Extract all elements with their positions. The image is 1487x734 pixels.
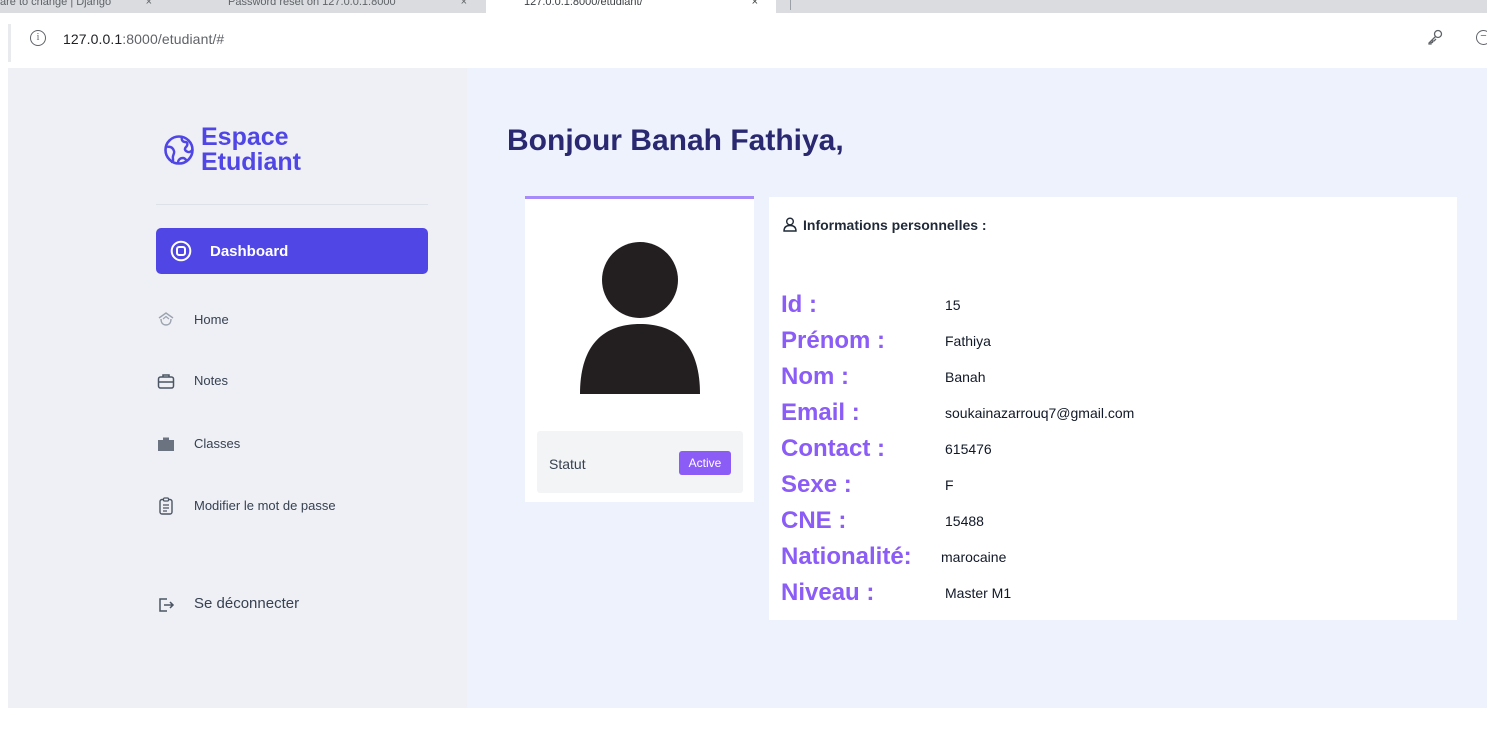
sidebar-item-label: Notes [194,373,228,388]
tab-close-icon[interactable]: × [461,0,467,8]
window-bottom [0,708,1487,734]
section-title: Informations personnelles : [783,217,987,233]
folder-icon [158,437,174,451]
field-value: Fathiya [945,333,991,349]
status-label: Statut [549,456,586,472]
logout-link[interactable]: Se déconnecter [156,589,428,621]
field-value: 15 [945,297,961,313]
info-row-nationalite: Nationalité: marocaine [781,543,1421,579]
url-text[interactable]: 127.0.0.1:8000/etudiant/# [63,31,224,47]
address-bar[interactable] [8,24,1487,62]
info-row-cne: CNE : 15488 [781,507,1421,543]
url-path: :8000/etudiant/# [122,31,225,47]
field-label: Nom : [781,363,849,390]
url-host: 127.0.0.1 [63,31,123,47]
logout-icon [159,598,175,612]
logout-label: Se déconnecter [194,595,300,612]
sidebar-item-dashboard[interactable]: Dashboard [156,228,428,274]
info-row-sexe: Sexe : F [781,471,1421,507]
tab-title: are to change | Django [0,0,112,8]
field-value: 615476 [945,441,992,457]
user-icon [783,217,797,232]
dashboard-icon [170,240,192,262]
sidebar: Espace Etudiant Dashboard Home Notes Cla… [8,68,467,708]
field-label: Niveau : [781,579,875,606]
page: Espace Etudiant Dashboard Home Notes Cla… [8,68,1487,708]
info-row-niveau: Niveau : Master M1 [781,579,1421,615]
field-value: Master M1 [945,585,1012,601]
field-label: Nationalité: [781,543,912,570]
field-value: marocaine [941,549,1007,565]
tab-close-icon[interactable]: × [146,0,152,8]
home-icon [158,312,174,326]
tab-title: Password reset on 127.0.0.1:8000 [228,0,396,8]
brand-line: Etudiant [201,148,301,176]
field-label: Sexe : [781,471,852,498]
page-title: Bonjour Banah Fathiya, [507,124,844,157]
tab-close-icon[interactable]: × [752,0,758,8]
site-info-icon[interactable]: i [30,30,46,46]
browser-tab[interactable]: Password reset on 127.0.0.1:8000 × [200,0,475,13]
sidebar-item-change-password[interactable]: Modifier le mot de passe [156,490,428,522]
field-label: Id : [781,291,817,318]
personal-info-card: Informations personnelles : Id : 15 Préno… [769,197,1457,620]
info-row-email: Email : soukainazarrouq7@gmail.com [781,399,1421,435]
tab-title: 127.0.0.1:8000/etudiant/ [524,0,643,8]
sidebar-item-notes[interactable]: Notes [156,365,428,397]
brand-title: Espace Etudiant [201,125,301,175]
zoom-out-icon[interactable]: − [1476,30,1487,45]
brand-line: Espace [201,123,289,151]
sidebar-item-label: Classes [194,436,241,451]
field-label: Email : [781,399,860,426]
field-label: Contact : [781,435,885,462]
section-title-text: Informations personnelles : [803,217,987,233]
sidebar-item-label: Dashboard [210,243,289,260]
browser-window: are to change | Django × Password reset … [0,0,1487,734]
sidebar-item-label: Home [194,312,229,327]
tab-strip: are to change | Django × Password reset … [0,0,1487,13]
info-row-nom: Nom : Banah [781,363,1421,399]
browser-tab[interactable]: are to change | Django × [0,0,170,13]
avatar-icon [580,242,700,394]
sidebar-item-label: Modifier le mot de passe [194,498,336,513]
sidebar-item-home[interactable]: Home [156,304,428,336]
browser-tab-active[interactable]: 127.0.0.1:8000/etudiant/ × [486,0,776,13]
info-row-prenom: Prénom : Fathiya [781,327,1421,363]
field-label: Prénom : [781,327,886,354]
globe-logo-icon [164,135,194,165]
tab-divider [790,0,791,10]
divider [156,204,428,205]
field-value: F [945,477,954,493]
info-list: Id : 15 Prénom : Fathiya Nom : Banah Email … [781,291,1421,615]
field-value: soukainazarrouq7@gmail.com [945,405,1135,421]
sidebar-item-classes[interactable]: Classes [156,428,428,460]
field-value: Banah [945,369,986,385]
clipboard-icon [159,497,173,515]
info-row-id: Id : 15 [781,291,1421,327]
field-value: 15488 [945,513,984,529]
field-label: CNE : [781,507,847,534]
briefcase-icon [157,374,175,389]
key-icon[interactable] [1426,28,1444,46]
status-badge: Active [679,451,731,475]
info-row-contact: Contact : 615476 [781,435,1421,471]
status-box: Statut Active [537,431,743,493]
profile-card: Statut Active [525,196,754,502]
main-content: Bonjour Banah Fathiya, Statut Active Inf… [467,68,1487,708]
